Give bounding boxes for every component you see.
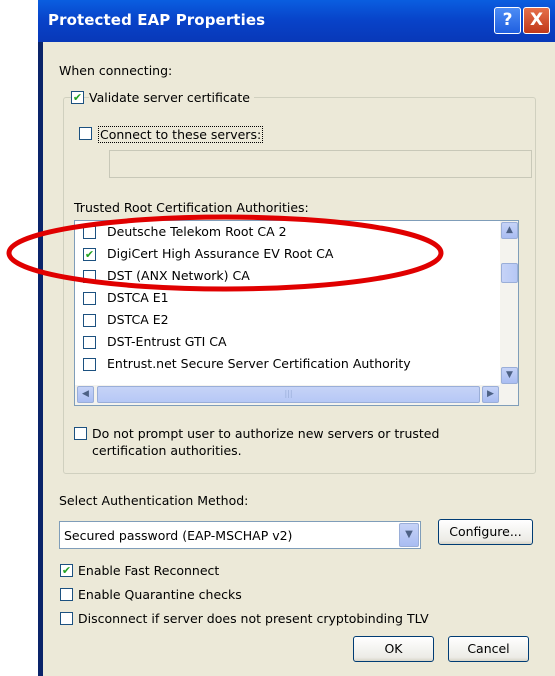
connect-servers-label: Connect to these servers: bbox=[98, 126, 264, 143]
scroll-up-button[interactable]: ▲ bbox=[501, 222, 518, 239]
ca-label: DigiCert High Assurance EV Root CA bbox=[107, 246, 334, 261]
horizontal-scrollbar[interactable]: ◀ ||| ▶ bbox=[75, 385, 518, 405]
quarantine-label: Enable Quarantine checks bbox=[78, 587, 242, 602]
ok-button-label: OK bbox=[384, 641, 403, 656]
scroll-left-button[interactable]: ◀ bbox=[77, 386, 94, 403]
cancel-button-label: Cancel bbox=[467, 641, 510, 656]
cryptobinding-checkbox[interactable] bbox=[60, 612, 73, 625]
configure-button-label: Configure... bbox=[449, 524, 522, 539]
window-title: Protected EAP Properties bbox=[48, 11, 266, 29]
configure-button[interactable]: Configure... bbox=[438, 519, 533, 545]
auth-method-select[interactable]: Secured password (EAP-MSCHAP v2) ▼ bbox=[59, 521, 421, 549]
ca-listbox[interactable]: Deutsche Telekom Root CA 2 ✔ DigiCert Hi… bbox=[74, 220, 519, 406]
quarantine-checkbox[interactable] bbox=[60, 588, 73, 601]
when-connecting-label: When connecting: bbox=[59, 63, 173, 78]
vertical-scroll-thumb[interactable] bbox=[501, 263, 518, 283]
no-prompt-label-line2: certification authorities. bbox=[92, 443, 242, 458]
cryptobinding-label: Disconnect if server does not present cr… bbox=[78, 611, 429, 626]
ca-checkbox[interactable] bbox=[83, 336, 96, 349]
chevron-down-icon: ▼ bbox=[405, 529, 413, 540]
title-bar[interactable]: Protected EAP Properties ? X bbox=[38, 0, 555, 42]
validate-label: Validate server certificate bbox=[89, 90, 254, 105]
chevron-down-icon: ▼ bbox=[506, 370, 513, 380]
ca-label: DSTCA E1 bbox=[107, 290, 169, 305]
connect-servers-checkbox[interactable] bbox=[79, 127, 92, 140]
vertical-scrollbar[interactable]: ▲ ▼ bbox=[500, 221, 518, 385]
dialog-client-area: When connecting: ✔ Validate server certi… bbox=[43, 42, 555, 676]
ca-label: DST (ANX Network) CA bbox=[107, 268, 250, 283]
ok-button[interactable]: OK bbox=[353, 636, 434, 662]
ca-checkbox[interactable] bbox=[83, 358, 96, 371]
ca-label: Entrust.net Secure Server Certification … bbox=[107, 356, 411, 371]
ca-checkbox[interactable] bbox=[83, 226, 96, 239]
ca-label: DSTCA E2 bbox=[107, 312, 169, 327]
ca-checkbox[interactable] bbox=[83, 314, 96, 327]
auth-method-label: Select Authentication Method: bbox=[59, 493, 249, 508]
checkmark-icon: ✔ bbox=[84, 248, 95, 261]
checkmark-icon: ✔ bbox=[61, 564, 72, 577]
no-prompt-checkbox[interactable] bbox=[74, 427, 87, 440]
auth-method-value: Secured password (EAP-MSCHAP v2) bbox=[64, 528, 293, 543]
help-button[interactable]: ? bbox=[494, 7, 521, 34]
ca-checkbox[interactable]: ✔ bbox=[83, 248, 96, 261]
ca-checkbox[interactable] bbox=[83, 292, 96, 305]
help-icon: ? bbox=[502, 10, 513, 30]
dropdown-button[interactable]: ▼ bbox=[399, 523, 419, 547]
checkmark-icon: ✔ bbox=[72, 91, 83, 104]
horizontal-scroll-thumb[interactable]: ||| bbox=[97, 386, 480, 403]
chevron-right-icon: ▶ bbox=[487, 389, 494, 399]
scroll-right-button[interactable]: ▶ bbox=[482, 386, 499, 403]
dialog-window: Protected EAP Properties ? X When connec… bbox=[38, 0, 555, 676]
close-button[interactable]: X bbox=[523, 7, 550, 34]
ca-checkbox[interactable] bbox=[83, 270, 96, 283]
validate-checkbox[interactable]: ✔ bbox=[71, 91, 84, 104]
grip-icon: ||| bbox=[284, 389, 293, 398]
servers-input[interactable] bbox=[109, 150, 532, 178]
cancel-button[interactable]: Cancel bbox=[448, 636, 529, 662]
chevron-left-icon: ◀ bbox=[82, 389, 89, 399]
ca-label: DST-Entrust GTI CA bbox=[107, 334, 227, 349]
scroll-down-button[interactable]: ▼ bbox=[501, 367, 518, 384]
fast-reconnect-label: Enable Fast Reconnect bbox=[78, 563, 220, 578]
fast-reconnect-checkbox[interactable]: ✔ bbox=[60, 564, 73, 577]
chevron-up-icon: ▲ bbox=[506, 225, 513, 235]
trusted-root-label: Trusted Root Certification Authorities: bbox=[74, 200, 309, 215]
close-icon: X bbox=[529, 10, 544, 30]
no-prompt-label-line1: Do not prompt user to authorize new serv… bbox=[92, 426, 440, 441]
ca-label: Deutsche Telekom Root CA 2 bbox=[107, 224, 287, 239]
